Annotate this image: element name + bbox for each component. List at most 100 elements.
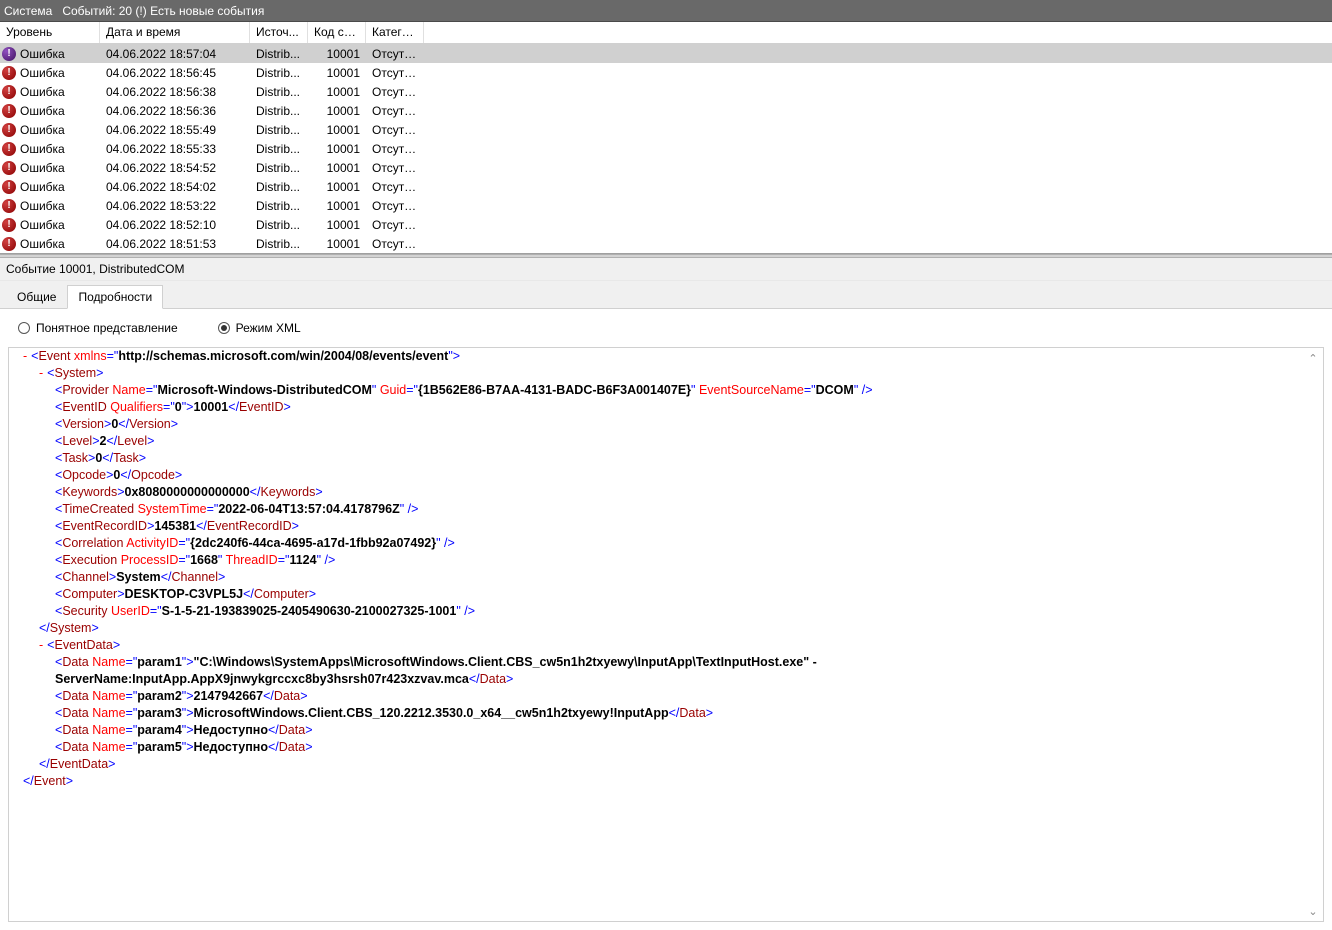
row-level: Ошибка — [20, 142, 65, 156]
row-category: Отсутс... — [366, 84, 424, 100]
row-source: Distrib... — [250, 103, 308, 119]
scroll-up-icon[interactable]: ⌃ — [1305, 350, 1321, 366]
row-level: Ошибка — [20, 47, 65, 61]
row-date: 04.06.2022 18:57:04 — [100, 46, 250, 62]
row-source: Distrib... — [250, 141, 308, 157]
row-source: Distrib... — [250, 179, 308, 195]
error-icon: ! — [2, 142, 16, 156]
row-category: Отсутс... — [366, 236, 424, 252]
error-icon: ! — [2, 66, 16, 80]
row-code: 10001 — [308, 65, 366, 81]
xml-param4: Недоступно — [194, 723, 268, 737]
row-source: Distrib... — [250, 160, 308, 176]
row-code: 10001 — [308, 179, 366, 195]
row-date: 04.06.2022 18:52:10 — [100, 217, 250, 233]
title-bar: Система Событий: 20 (!) Есть новые событ… — [0, 0, 1332, 22]
col-header-category[interactable]: Катего... — [366, 22, 424, 43]
row-source: Distrib... — [250, 84, 308, 100]
error-icon: ! — [2, 180, 16, 194]
row-code: 10001 — [308, 122, 366, 138]
col-header-code[interactable]: Код со... — [308, 22, 366, 43]
event-row[interactable]: ! Ошибка 04.06.2022 18:51:53Distrib...1000… — [0, 234, 1332, 253]
xml-channel: System — [116, 570, 160, 584]
row-category: Отсутс... — [366, 217, 424, 233]
xml-param2: 2147942667 — [194, 689, 264, 703]
radio-xml-label: Режим XML — [236, 321, 301, 335]
row-date: 04.06.2022 18:55:49 — [100, 122, 250, 138]
row-level: Ошибка — [20, 218, 65, 232]
event-list-header: Уровень Дата и время Источ... Код со... … — [0, 22, 1332, 44]
xml-keywords: 0x8080000000000000 — [125, 485, 250, 499]
row-level: Ошибка — [20, 123, 65, 137]
error-icon: ! — [2, 218, 16, 232]
xml-view[interactable]: ⌃ ⌄ -<Event xmlns="http://schemas.micros… — [8, 347, 1324, 922]
row-date: 04.06.2022 18:56:36 — [100, 103, 250, 119]
scroll-down-icon[interactable]: ⌄ — [1305, 903, 1321, 919]
row-level: Ошибка — [20, 199, 65, 213]
view-mode-radios: Понятное представление Режим XML — [0, 309, 1332, 347]
tab-general[interactable]: Общие — [6, 285, 67, 308]
xml-qualifiers: 0 — [175, 400, 182, 414]
xml-tree: -<Event xmlns="http://schemas.microsoft.… — [23, 348, 1309, 790]
row-date: 04.06.2022 18:54:02 — [100, 179, 250, 195]
xml-computer: DESKTOP-C3VPL5J — [125, 587, 244, 601]
row-source: Distrib... — [250, 65, 308, 81]
event-row[interactable]: !Ошибка04.06.2022 18:54:52Distrib...1000… — [0, 158, 1332, 177]
error-icon: ! — [2, 237, 16, 251]
event-row[interactable]: !Ошибка04.06.2022 18:55:33Distrib...1000… — [0, 139, 1332, 158]
row-code: 10001 — [308, 217, 366, 233]
col-header-level[interactable]: Уровень — [0, 22, 100, 43]
event-row[interactable]: ! Ошибка 04.06.2022 18:52:10Distrib...1000… — [0, 215, 1332, 234]
event-row[interactable]: ! Ошибка 04.06.2022 18:57:04Distrib...1000… — [0, 44, 1332, 63]
xml-xmlns: http://schemas.microsoft.com/win/2004/08… — [118, 349, 448, 363]
row-category: Отсутс... — [366, 198, 424, 214]
detail-tabs: Общие Подробности — [0, 281, 1332, 309]
row-category: Отсутс... — [366, 103, 424, 119]
status-text: Событий: 20 (!) Есть новые события — [62, 4, 264, 18]
event-row[interactable]: !Ошибка04.06.2022 18:56:36Distrib...1000… — [0, 101, 1332, 120]
radio-friendly-label: Понятное представление — [36, 321, 178, 335]
col-header-date[interactable]: Дата и время — [100, 22, 250, 43]
radio-friendly[interactable]: Понятное представление — [18, 321, 178, 335]
row-date: 04.06.2022 18:53:22 — [100, 198, 250, 214]
row-category: Отсутс... — [366, 179, 424, 195]
row-level: Ошибка — [20, 104, 65, 118]
detail-title: Событие 10001, DistributedCOM — [0, 258, 1332, 281]
col-header-source[interactable]: Источ... — [250, 22, 308, 43]
xml-eventid: 10001 — [194, 400, 229, 414]
row-source: Distrib... — [250, 217, 308, 233]
row-date: 04.06.2022 18:51:53 — [100, 236, 250, 252]
row-source: Distrib... — [250, 236, 308, 252]
row-level: Ошибка — [20, 237, 65, 251]
error-icon: ! — [2, 85, 16, 99]
event-row[interactable]: !Ошибка04.06.2022 18:56:38Distrib...1000… — [0, 82, 1332, 101]
error-icon: ! — [2, 104, 16, 118]
xml-userid: S-1-5-21-193839025-2405490630-2100027325… — [162, 604, 457, 618]
xml-param3: MicrosoftWindows.Client.CBS_120.2212.353… — [194, 706, 669, 720]
row-code: 10001 — [308, 236, 366, 252]
row-category: Отсутс... — [366, 46, 424, 62]
event-row[interactable]: !Ошибка04.06.2022 18:56:45Distrib...1000… — [0, 63, 1332, 82]
xml-time: 2022-06-04T13:57:04.4178796Z — [218, 502, 399, 516]
row-level: Ошибка — [20, 180, 65, 194]
radio-xml[interactable]: Режим XML — [218, 321, 301, 335]
title-text: Система — [4, 4, 52, 18]
xml-activityid: {2dc240f6-44ca-4695-a17d-1fbb92a07492} — [190, 536, 436, 550]
row-level: Ошибка — [20, 161, 65, 175]
event-list: Уровень Дата и время Источ... Код со... … — [0, 22, 1332, 254]
row-code: 10001 — [308, 160, 366, 176]
xml-provider-guid: {1B562E86-B7AA-4131-BADC-B6F3A001407E} — [418, 383, 691, 397]
event-row[interactable]: !Ошибка04.06.2022 18:53:22Distrib...1000… — [0, 196, 1332, 215]
event-row[interactable]: ! Ошибка 04.06.2022 18:54:02Distrib...1000… — [0, 177, 1332, 196]
xml-threadid: 1124 — [289, 553, 316, 567]
xml-provider-src: DCOM — [816, 383, 854, 397]
row-source: Distrib... — [250, 122, 308, 138]
event-row[interactable]: !Ошибка04.06.2022 18:55:49Distrib...1000… — [0, 120, 1332, 139]
tab-details[interactable]: Подробности — [67, 285, 163, 309]
row-category: Отсутс... — [366, 160, 424, 176]
row-code: 10001 — [308, 198, 366, 214]
error-icon: ! — [2, 47, 16, 61]
xml-processid: 1668 — [190, 553, 218, 567]
row-code: 10001 — [308, 46, 366, 62]
row-source: Distrib... — [250, 46, 308, 62]
